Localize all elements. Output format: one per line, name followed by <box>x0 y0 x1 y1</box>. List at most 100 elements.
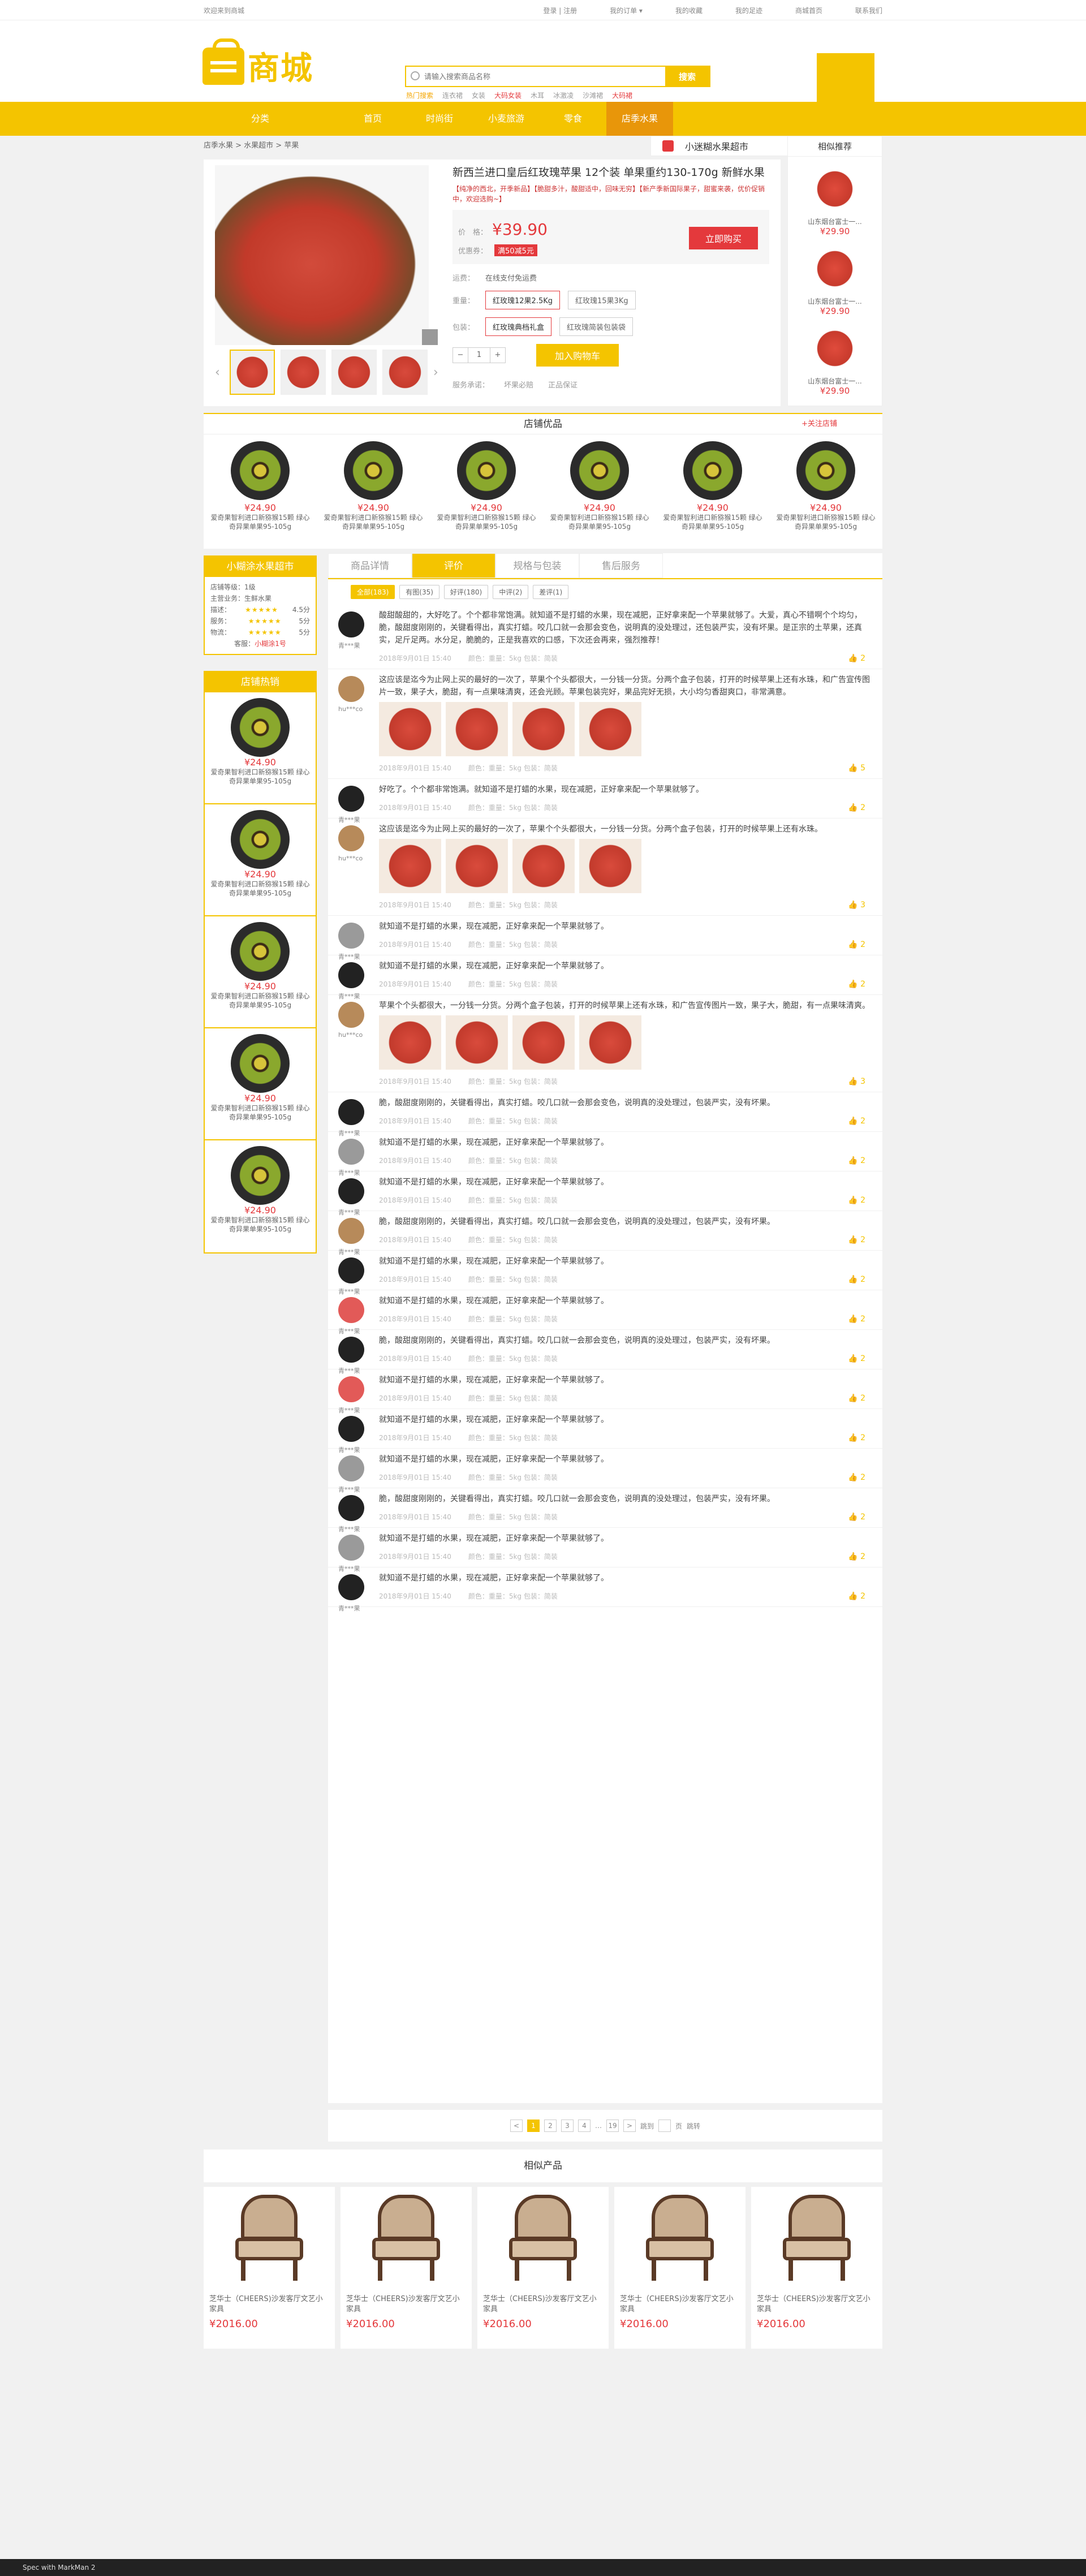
like-button[interactable]: 👍 2 <box>848 1117 865 1126</box>
hot-word[interactable]: 女装 <box>472 91 485 100</box>
add-to-cart-button[interactable]: 加入购物车 <box>536 344 619 367</box>
like-button[interactable]: 👍 2 <box>848 1354 865 1363</box>
review-photo[interactable] <box>446 1015 508 1070</box>
avatar[interactable] <box>338 786 364 812</box>
tab-spec[interactable]: 规格与包装 <box>495 553 579 578</box>
like-button[interactable]: 👍 2 <box>848 1156 865 1165</box>
goto-confirm-button[interactable]: 跳转 <box>687 2121 700 2131</box>
avatar[interactable] <box>338 1535 364 1561</box>
similar-item[interactable]: 山东烟台富士一... ¥29.90 <box>788 243 882 316</box>
like-button[interactable]: 👍 3 <box>848 901 865 910</box>
avatar[interactable] <box>338 1257 364 1283</box>
review-photo[interactable] <box>446 839 508 893</box>
buy-now-button[interactable]: 立即购买 <box>689 227 758 249</box>
page-button[interactable]: 3 <box>561 2120 574 2132</box>
prev-page-button[interactable]: < <box>510 2120 523 2132</box>
thumbnail[interactable] <box>230 350 275 395</box>
avatar[interactable] <box>338 1297 364 1323</box>
avatar[interactable] <box>338 1416 364 1442</box>
top-link[interactable]: 商城首页 <box>795 6 822 15</box>
related-item[interactable]: 芝华士（CHEERS)沙发客厅文艺小家具 ¥2016.00 <box>477 2187 609 2349</box>
page-button[interactable]: 4 <box>578 2120 591 2132</box>
pack-option[interactable]: 红玫瑰典档礼盒 <box>485 317 552 336</box>
breadcrumb[interactable]: 店季水果 > 水果超市 > 苹果 <box>204 139 299 150</box>
search-button[interactable]: 搜索 <box>665 67 709 86</box>
zoom-icon[interactable] <box>422 329 438 345</box>
like-button[interactable]: 👍 3 <box>848 1077 865 1086</box>
top-link[interactable]: 我的足迹 <box>735 6 762 15</box>
avatar[interactable] <box>338 1218 364 1244</box>
category-menu[interactable]: 分类 <box>204 102 317 136</box>
nav-item[interactable]: 零食 <box>540 102 606 136</box>
filter-chip[interactable]: 差评(1) <box>533 585 569 599</box>
avatar[interactable] <box>338 611 364 637</box>
nav-item[interactable]: 首页 <box>339 102 406 136</box>
avatar[interactable] <box>338 962 364 988</box>
best-item[interactable]: ¥24.90 爱奇果智利进口新猕猴15颗 绿心奇异果单果95-105g <box>549 441 650 531</box>
best-item[interactable]: ¥24.90 爱奇果智利进口新猕猴15颗 绿心奇异果单果95-105g <box>436 441 537 531</box>
avatar[interactable] <box>338 923 364 949</box>
like-button[interactable]: 👍 2 <box>848 940 865 949</box>
nav-item[interactable]: 时尚街 <box>406 102 473 136</box>
chevron-left-icon[interactable]: ‹ <box>215 365 224 380</box>
rank-item[interactable]: ¥24.90 爱奇果智利进口新猕猴15颗 绿心奇异果单果95-105g <box>205 804 316 916</box>
top-link[interactable]: 登录 | 注册 <box>543 6 577 15</box>
filter-chip[interactable]: 有图(35) <box>399 585 439 599</box>
like-button[interactable]: 👍 2 <box>848 1473 865 1482</box>
hot-word[interactable]: 大码女装 <box>494 91 522 100</box>
avatar[interactable] <box>338 1178 364 1204</box>
like-button[interactable]: 👍 2 <box>848 1433 865 1442</box>
filter-chip[interactable]: 好评(180) <box>443 585 489 599</box>
quantity-value[interactable]: 1 <box>468 348 490 363</box>
review-photo[interactable] <box>379 1015 441 1070</box>
hot-word[interactable]: 大码裙 <box>612 91 632 100</box>
nav-item[interactable]: 小麦旅游 <box>473 102 540 136</box>
review-photo[interactable] <box>512 1015 575 1070</box>
page-button[interactable]: 2 <box>544 2120 557 2132</box>
review-photo[interactable] <box>579 1015 641 1070</box>
coupon-badge[interactable]: 满50减5元 <box>494 244 537 256</box>
avatar[interactable] <box>338 1099 364 1125</box>
best-item[interactable]: ¥24.90 爱奇果智利进口新猕猴15颗 绿心奇异果单果95-105g <box>775 441 877 531</box>
avatar[interactable] <box>338 1455 364 1481</box>
like-button[interactable]: 👍 2 <box>848 654 865 663</box>
similar-item[interactable]: 山东烟台富士一... ¥29.90 <box>788 163 882 236</box>
avatar[interactable] <box>338 1574 364 1600</box>
top-link[interactable]: 我的订单 ▾ <box>610 6 643 15</box>
hot-word[interactable]: 连衣裙 <box>442 91 463 100</box>
best-item[interactable]: ¥24.90 爱奇果智利进口新猕猴15颗 绿心奇异果单果95-105g <box>662 441 764 531</box>
review-photo[interactable] <box>512 702 575 756</box>
rank-item[interactable]: ¥24.90 爱奇果智利进口新猕猴15颗 绿心奇异果单果95-105g <box>205 1140 316 1252</box>
pack-option[interactable]: 红玫瑰简装包装袋 <box>559 317 634 336</box>
best-item[interactable]: ¥24.90 爱奇果智利进口新猕猴15颗 绿心奇异果单果95-105g <box>209 441 311 531</box>
rank-item[interactable]: ¥24.90 爱奇果智利进口新猕猴15颗 绿心奇异果单果95-105g <box>205 916 316 1028</box>
page-button[interactable]: 19 <box>606 2120 619 2132</box>
like-button[interactable]: 👍 2 <box>848 1315 865 1324</box>
filter-chip[interactable]: 全部(183) <box>351 585 395 599</box>
contact-service-link[interactable]: 小糊涂1号 <box>255 638 286 649</box>
review-photo[interactable] <box>579 702 641 756</box>
logo[interactable]: 商城 <box>202 38 313 89</box>
chevron-right-icon[interactable]: › <box>433 365 442 380</box>
related-item[interactable]: 芝华士（CHEERS)沙发客厅文艺小家具 ¥2016.00 <box>204 2187 335 2349</box>
filter-chip[interactable]: 中评(2) <box>493 585 529 599</box>
rank-item[interactable]: ¥24.90 爱奇果智利进口新猕猴15颗 绿心奇异果单果95-105g <box>205 1028 316 1140</box>
like-button[interactable]: 👍 2 <box>848 1196 865 1205</box>
thumbnail[interactable] <box>331 350 377 395</box>
nav-item-active[interactable]: 店季水果 <box>606 102 673 136</box>
avatar[interactable] <box>338 1376 364 1402</box>
like-button[interactable]: 👍 2 <box>848 1552 865 1561</box>
like-button[interactable]: 👍 5 <box>848 764 865 773</box>
hot-word[interactable]: 冰激凌 <box>553 91 574 100</box>
avatar[interactable] <box>338 825 364 851</box>
related-item[interactable]: 芝华士（CHEERS)沙发客厅文艺小家具 ¥2016.00 <box>614 2187 745 2349</box>
like-button[interactable]: 👍 2 <box>848 1275 865 1284</box>
like-button[interactable]: 👍 2 <box>848 803 865 812</box>
best-item[interactable]: ¥24.90 爱奇果智利进口新猕猴15颗 绿心奇异果单果95-105g <box>322 441 424 531</box>
like-button[interactable]: 👍 2 <box>848 1235 865 1244</box>
tab-detail[interactable]: 商品详情 <box>328 553 412 578</box>
review-photo[interactable] <box>379 702 441 756</box>
follow-shop-link[interactable]: +关注店铺 <box>801 414 837 434</box>
review-photo[interactable] <box>379 839 441 893</box>
weight-option[interactable]: 红玫瑰12果2.5Kg <box>485 291 560 309</box>
